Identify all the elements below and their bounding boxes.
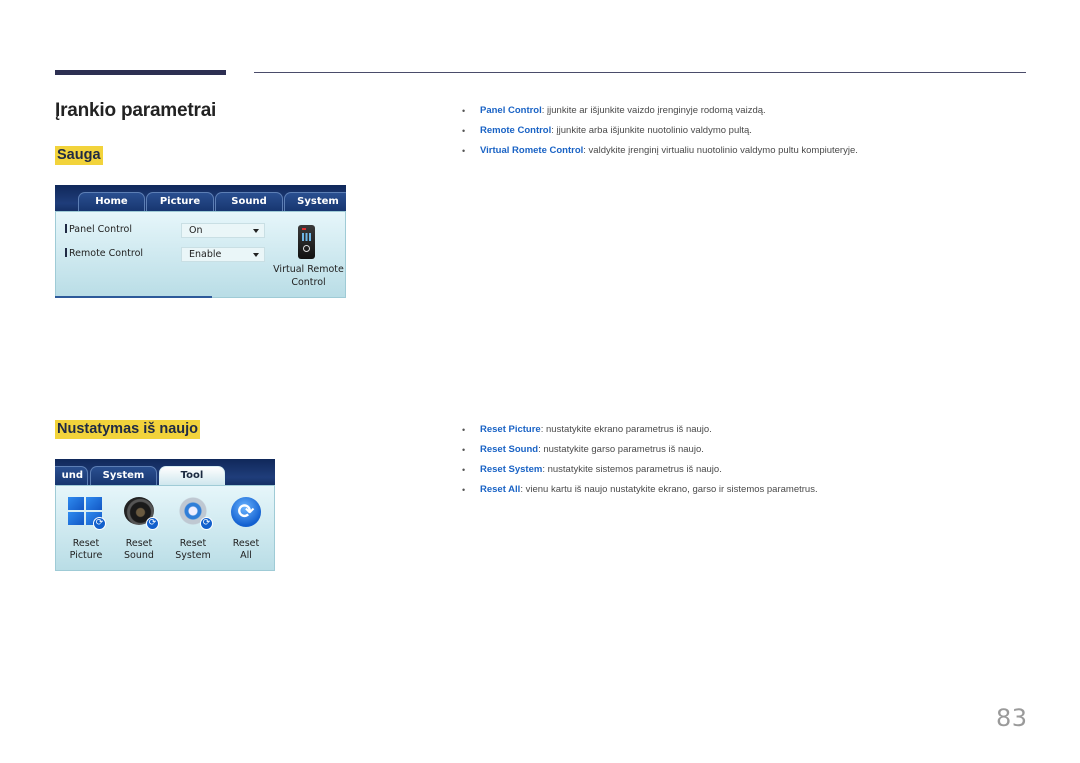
tab-bar: und System Tool [55,459,275,485]
remote-control-label: Remote Control [65,248,143,259]
bullet-text: : nustatykite sistemos parametrus iš nau… [542,464,722,475]
bullet-term: Reset Sound [480,444,539,455]
refresh-icon: ⟳ [200,517,213,530]
bullet-term: Reset System [480,464,543,475]
chevron-down-icon [253,253,259,257]
bullet-term: Remote Control [480,125,552,136]
refresh-icon: ⟳ [93,517,106,530]
bullet-text: : nustatykite garso parametrus iš naujo. [538,444,704,455]
tab-sound[interactable]: Sound [215,192,283,211]
bullet-term: Reset Picture [480,424,541,435]
reset-system-button[interactable]: ⟳ Reset System [166,497,220,562]
list-item: Reset All: vienu kartu iš naujo nustatyk… [462,480,818,500]
remote-control-select[interactable]: Enable [181,247,265,262]
section-heading-sauga: Sauga [55,146,103,165]
bullet-term: Panel Control [480,105,542,116]
list-item: Reset Picture: nustatykite ekrano parame… [462,420,818,440]
bullet-text: : valdykite įrenginį virtualiu nuotolini… [583,145,858,156]
reset-picture-label-line2: Picture [69,550,103,561]
virtual-remote-control-button[interactable]: Virtual Remote Control [271,263,346,289]
panel-control-select[interactable]: On [181,223,265,238]
tab-system[interactable]: System [90,466,157,485]
section-heading-reset: Nustatymas iš naujo [55,420,201,439]
tab-sound-partial[interactable]: und [55,466,88,485]
page-number: 83 [996,704,1028,732]
reset-bullet-list: Reset Picture: nustatykite ekrano parame… [462,420,818,500]
reset-all-button[interactable]: ResetAll [219,497,273,562]
reset-picture-button[interactable]: ⟳ Reset Picture [59,497,113,562]
list-item: Remote Control: įjunkite arba išjunkite … [462,121,858,141]
tab-home[interactable]: Home [78,192,145,211]
remote-control-value: Enable [189,249,222,260]
panel-underline [55,296,212,298]
security-settings-screenshot: Home Picture Sound System Panel Control … [55,185,346,298]
chevron-down-icon [253,229,259,233]
reset-all-label-line2: All [240,550,252,561]
panel-control-label: Panel Control [65,224,132,235]
reset-sound-label-line2: Sound [124,550,154,561]
tab-tool[interactable]: Tool [159,466,225,485]
list-item: Panel Control: įjunkite ar išjunkite vai… [462,101,858,121]
header-rule [254,72,1026,73]
security-bullet-list: Panel Control: įjunkite ar išjunkite vai… [462,101,858,161]
bullet-text: : nustatykite ekrano parametrus iš naujo… [540,424,712,435]
tab-bar: Home Picture Sound System [55,185,346,211]
reset-all-icon [231,497,261,527]
reset-sound-label-line1: Reset [125,538,153,549]
bullet-term: Reset All [480,484,521,495]
list-item: Reset System: nustatykite sistemos param… [462,460,818,480]
list-item: Virtual Romete Control: valdykite įrengi… [462,141,858,161]
bullet-text: : įjunkite ar išjunkite vaizdo įrenginyj… [541,105,766,116]
reset-system-label-line2: System [175,550,211,561]
tab-picture[interactable]: Picture [146,192,214,211]
panel-control-value: On [189,225,203,236]
bullet-term: Virtual Romete Control [480,145,584,156]
tab-system[interactable]: System [284,192,346,211]
list-item: Reset Sound: nustatykite garso parametru… [462,440,818,460]
reset-all-label-line1: Reset [232,538,260,549]
reset-settings-screenshot: und System Tool ⟳ Reset Picture ⟳ Reset So… [55,459,275,571]
header-accent-bar [55,70,226,75]
reset-picture-label-line1: Reset [72,538,100,549]
refresh-icon: ⟳ [146,517,159,530]
page-title: Įrankio parametrai [55,100,217,121]
reset-system-label-line1: Reset [179,538,207,549]
bullet-text: : vienu kartu iš naujo nustatykite ekran… [520,484,818,495]
reset-sound-button[interactable]: ⟳ Reset Sound [112,497,166,562]
virtual-remote-label-line1: Virtual Remote [273,264,344,275]
bullet-text: : įjunkite arba išjunkite nuotolinio val… [551,125,752,136]
virtual-remote-label-line2: Control [291,277,326,288]
remote-control-icon[interactable] [298,225,315,259]
